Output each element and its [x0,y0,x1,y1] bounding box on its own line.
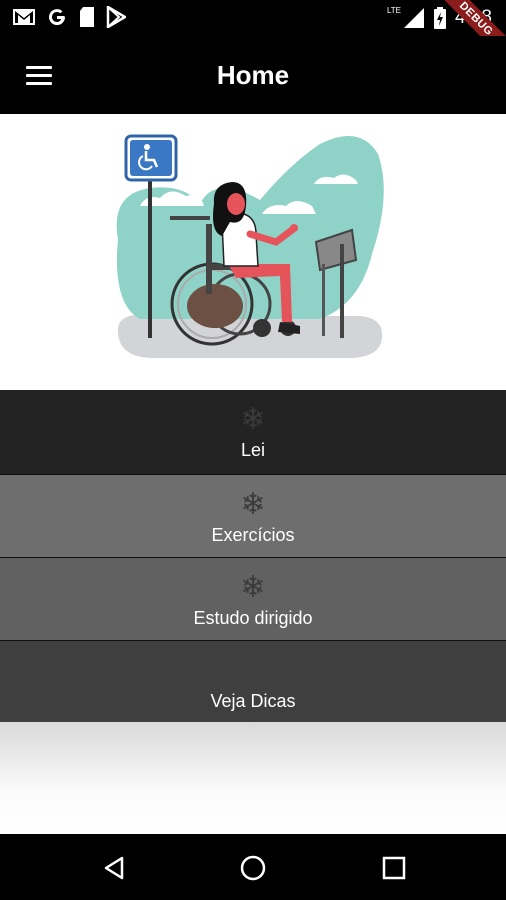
network-type-label: LTE [386,5,402,15]
sd-card-icon [80,7,94,27]
menu-item-estudo-dirigido[interactable]: ❄ Estudo dirigido [0,558,506,640]
status-bar: LTE 4:08 DEBUG [0,0,506,68]
recents-icon[interactable] [374,848,414,888]
page-title: Home [216,60,290,90]
menu-item-exercicios[interactable]: ❄ Exercícios [0,475,506,557]
hero-illustration [0,114,506,390]
menu-item-lei[interactable]: ❄ Lei [0,390,506,474]
app-bar: Home [0,36,506,114]
snowflake-icon: ❄ [240,403,266,436]
menu-item-label: Exercícios [211,525,295,545]
signal-icon [404,8,425,28]
content-background [0,722,506,834]
home-icon[interactable] [233,848,273,888]
snowflake-icon: ❄ [240,571,266,604]
hamburger-menu-icon[interactable] [14,54,62,96]
gmail-icon [13,9,35,25]
google-icon [49,9,66,26]
menu-item-label: Estudo dirigido [193,608,313,628]
back-icon[interactable] [94,848,134,888]
system-nav-bar [0,834,506,900]
wheelchair-user-illustration [116,134,384,359]
battery-charging-icon [434,7,447,29]
menu-item-label: Veja Dicas [210,691,296,711]
menu-item-label: Lei [240,440,266,460]
play-store-icon [106,6,126,28]
accessibility-sign-icon [124,134,178,182]
menu-list: ❄ Lei ❄ Exercícios ❄ Estudo dirigido Vej… [0,390,506,722]
menu-item-veja-dicas[interactable]: Veja Dicas [0,641,506,722]
snowflake-icon: ❄ [240,488,266,521]
